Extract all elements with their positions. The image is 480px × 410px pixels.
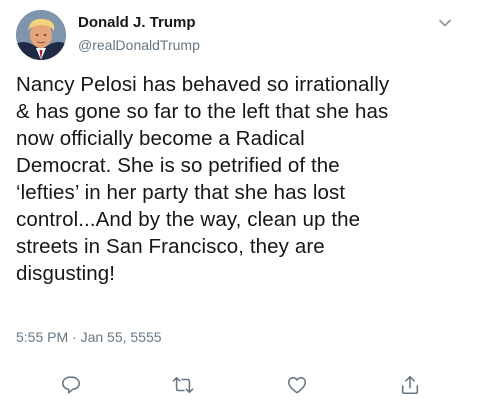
avatar[interactable] [16,10,66,60]
tweet-timestamp[interactable]: 5:55 PM · Jan 55, 5555 [16,329,162,345]
reply-icon[interactable] [58,372,84,398]
tweet-actions [0,372,480,398]
tweet-card: Donald J. Trump @realDonaldTrump Nancy P… [0,0,480,410]
profile-photo-icon [16,10,66,60]
share-icon[interactable] [397,372,423,398]
tweet-text: Nancy Pelosi has behaved so irrationally… [16,73,390,285]
chevron-down-icon[interactable] [436,14,454,32]
retweet-icon[interactable] [170,372,196,398]
author-display-name[interactable]: Donald J. Trump [78,14,196,31]
like-icon[interactable] [284,372,310,398]
author-handle[interactable]: @realDonaldTrump [78,37,200,53]
